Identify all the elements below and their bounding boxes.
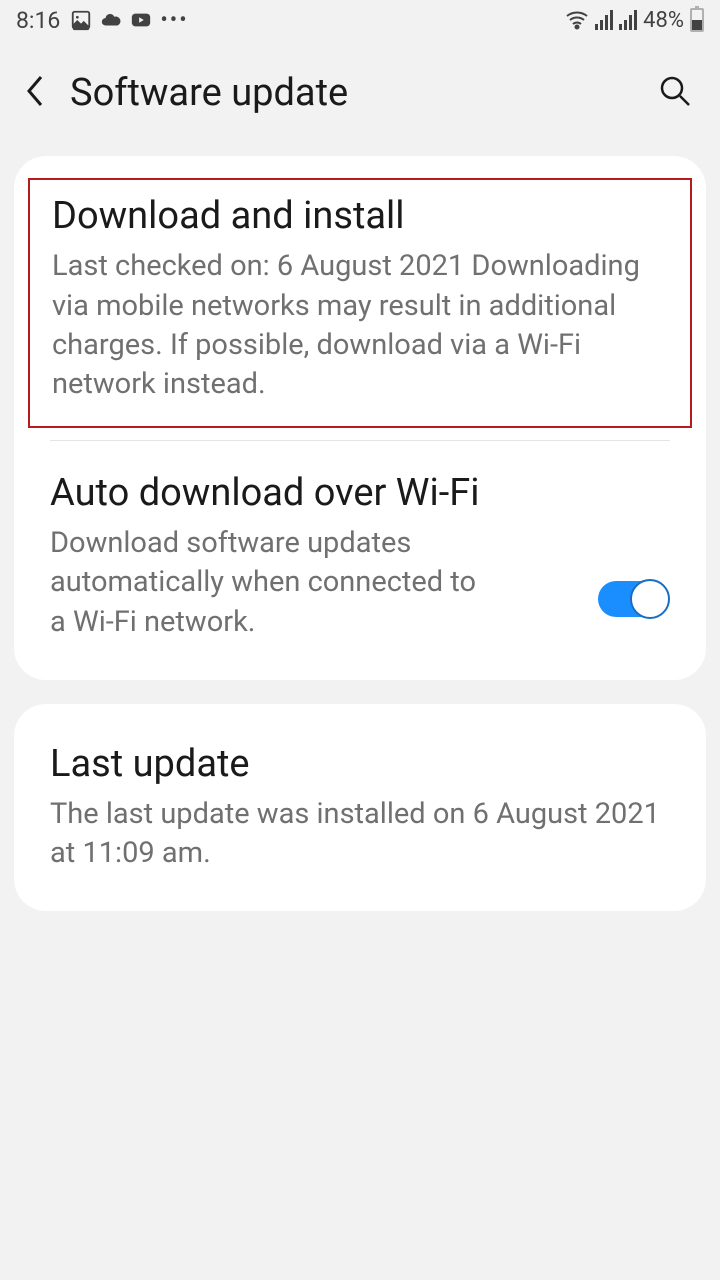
app-header: Software update [0,40,720,156]
last-update-title: Last update [50,740,670,789]
wifi-icon [565,10,589,30]
download-install-item[interactable]: Download and install Last checked on: 6 … [28,178,692,428]
download-install-title: Download and install [52,192,668,241]
more-icon: ••• [160,8,188,33]
status-right: 48% [565,8,704,33]
page-title: Software update [70,71,654,115]
status-notification-icons: ••• [70,8,188,33]
last-update-description: The last update was installed on 6 Augus… [50,795,670,873]
battery-percent: 48% [643,8,684,33]
search-button[interactable] [654,70,696,116]
signal-icon-2 [619,10,637,30]
image-icon [70,9,92,31]
settings-card-2: Last update The last update was installe… [14,704,706,912]
chevron-left-icon [24,73,46,109]
back-button[interactable] [24,73,46,113]
auto-download-title: Auto download over Wi-Fi [50,469,574,518]
status-time: 8:16 [16,7,60,34]
settings-card-1: Download and install Last checked on: 6 … [14,156,706,680]
download-install-description: Last checked on: 6 August 2021 Downloadi… [52,247,668,404]
youtube-icon [130,9,152,31]
signal-icon-1 [595,10,613,30]
auto-download-toggle[interactable] [594,579,670,619]
cloud-icon [100,9,122,31]
auto-download-item[interactable]: Auto download over Wi-Fi Download softwa… [14,441,706,672]
status-left: 8:16 ••• [16,7,189,34]
status-bar: 8:16 ••• 48% [0,0,720,40]
last-update-item[interactable]: Last update The last update was installe… [14,712,706,904]
search-icon [658,74,692,108]
auto-download-description: Download software updates automatically … [50,524,490,641]
battery-icon [690,8,704,32]
